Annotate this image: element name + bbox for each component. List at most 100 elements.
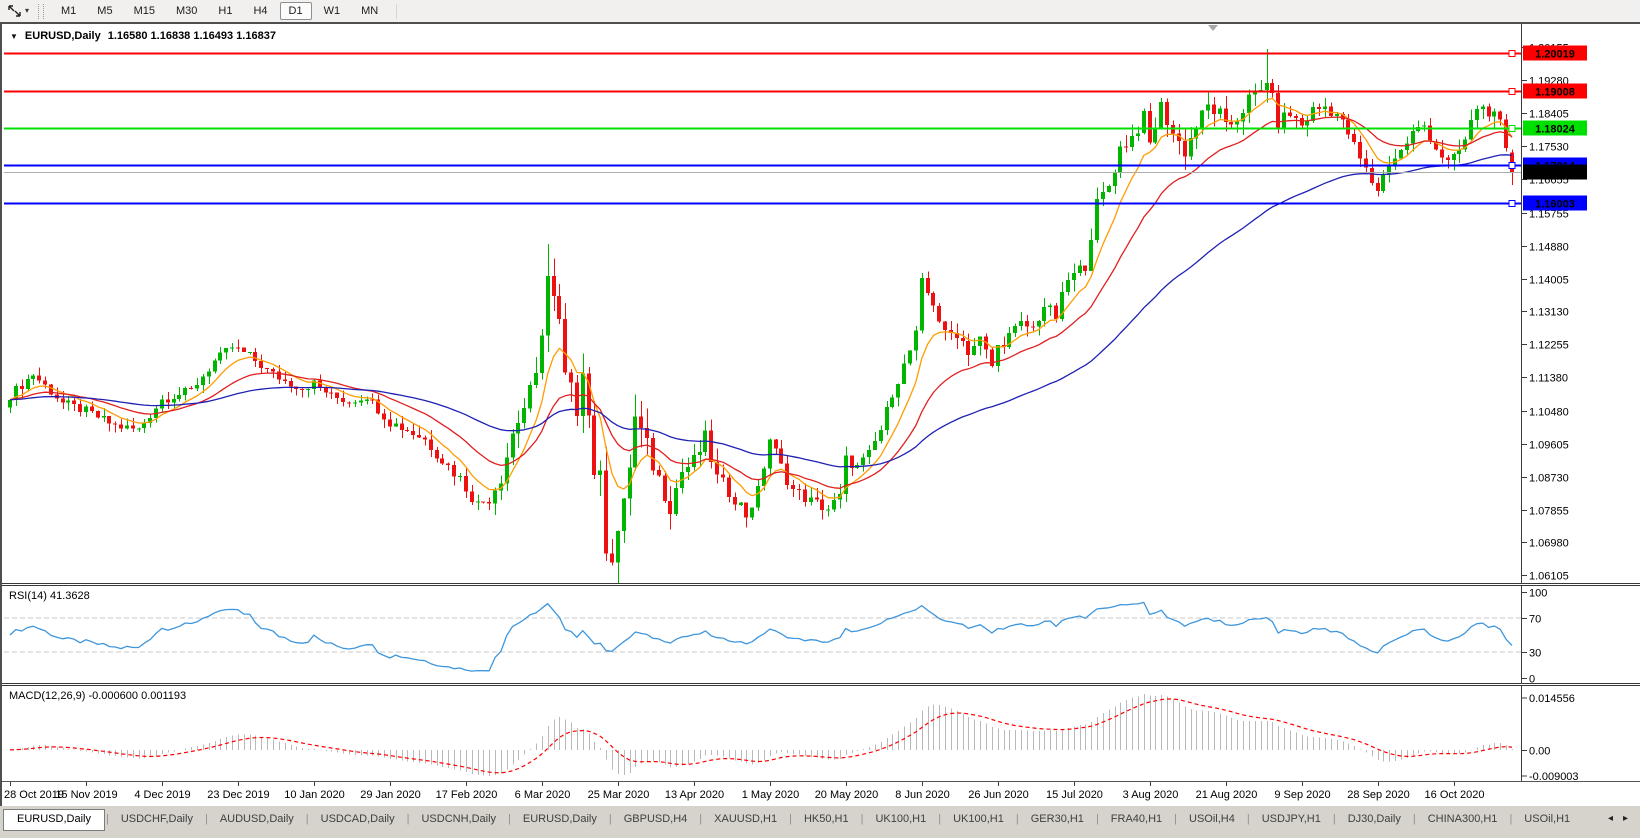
macd-indicator-chart[interactable]: 0.0145560.00-0.009003 <box>2 686 1640 781</box>
cursor-tool-button[interactable]: ▾ <box>4 3 32 19</box>
price-axis-tick: 1.12255 <box>1529 340 1569 352</box>
timeframe-button-h1[interactable]: H1 <box>209 2 241 20</box>
timeframe-button-m30[interactable]: M30 <box>167 2 206 20</box>
chart-tab-usoil-h4[interactable]: USOil,H4 <box>1178 810 1246 829</box>
date-axis-label: 17 Feb 2020 <box>436 789 498 801</box>
price-axis-tick: 1.07855 <box>1529 506 1569 518</box>
timeframe-buttons: M1M5M15M30H1H4D1W1MN <box>52 2 390 20</box>
cursor-arrows-icon <box>7 4 23 18</box>
price-axis-tick: 1.13130 <box>1529 307 1569 319</box>
date-axis-label: 1 May 2020 <box>742 789 799 801</box>
chart-tab-usdjpy-h1[interactable]: USDJPY,H1 <box>1251 810 1332 829</box>
chart-symbol-period: EURUSD,Daily <box>25 30 101 42</box>
date-axis-label: 16 Oct 2020 <box>1425 789 1485 801</box>
chart-tab-fra40-h1[interactable]: FRA40,H1 <box>1100 810 1173 829</box>
timeframe-button-m1[interactable]: M1 <box>52 2 85 20</box>
date-axis-label: 6 Mar 2020 <box>515 789 571 801</box>
timeframe-button-m5[interactable]: M5 <box>88 2 121 20</box>
rsi-panel: 100 70 30 0 RSI(14) 41.3628 <box>2 586 1640 683</box>
price-badge: 1.20019 <box>1535 49 1575 61</box>
chart-tab-usdcnh-daily[interactable]: USDCNH,Daily <box>410 810 507 829</box>
chart-tab-uk100-h1[interactable]: UK100,H1 <box>942 810 1015 829</box>
chart-tab-uk100-h1[interactable]: UK100,H1 <box>864 810 937 829</box>
date-axis-label: 26 Jun 2020 <box>968 789 1029 801</box>
price-axis-tick: 1.14005 <box>1529 275 1569 287</box>
chart-tab-ger30-h1[interactable]: GER30,H1 <box>1020 810 1095 829</box>
price-badge: 1.18024 <box>1535 124 1576 136</box>
date-axis-labels[interactable]: 28 Oct 201915 Nov 20194 Dec 201923 Dec 2… <box>2 782 1640 806</box>
chevron-down-icon: ▾ <box>25 7 29 15</box>
price-axis-tick: 1.17530 <box>1529 142 1569 154</box>
timeframe-button-m15[interactable]: M15 <box>125 2 164 20</box>
rsi-axis-tick: 0 <box>1529 674 1535 684</box>
tabs-scroll-left-icon[interactable]: ◂ <box>1608 813 1613 824</box>
price-axis-tick: 1.18405 <box>1529 109 1569 121</box>
date-axis-label: 4 Dec 2019 <box>134 789 190 801</box>
chart-tab-china300-h1[interactable]: CHINA300,H1 <box>1417 810 1509 829</box>
date-axis-label: 8 Jun 2020 <box>895 789 949 801</box>
date-axis-label: 15 Nov 2019 <box>55 789 117 801</box>
chart-tab-usdcad-daily[interactable]: USDCAD,Daily <box>310 810 406 829</box>
timeframe-button-h4[interactable]: H4 <box>244 2 276 20</box>
macd-panel: 0.0145560.00-0.009003 MACD(12,26,9) -0.0… <box>2 686 1640 781</box>
price-axis-tick: 1.10480 <box>1529 407 1569 419</box>
macd-signal-line <box>10 699 1512 773</box>
toolbar-grip[interactable] <box>38 4 44 19</box>
rsi-label: RSI(14) 41.3628 <box>9 590 90 602</box>
price-axis-tick: 1.11380 <box>1529 373 1568 385</box>
date-axis-label: 28 Sep 2020 <box>1347 789 1409 801</box>
main-price-chart[interactable]: 1.201551.192801.184051.175301.166551.157… <box>2 24 1640 583</box>
price-axis-tick: 1.06105 <box>1529 571 1569 583</box>
rsi-axis-tick: 30 <box>1529 648 1541 660</box>
price-badge: 1.19008 <box>1535 87 1575 99</box>
chart-tab-dj30-daily[interactable]: DJ30,Daily <box>1337 810 1412 829</box>
price-badge: 1.16003 <box>1535 199 1575 211</box>
chart-tab-gbpusd-h4[interactable]: GBPUSD,H4 <box>613 810 699 829</box>
date-axis-label: 15 Jul 2020 <box>1046 789 1103 801</box>
date-axis-label: 10 Jan 2020 <box>284 789 345 801</box>
fast-ma <box>10 98 1512 498</box>
macd-axis-tick: 0.00 <box>1529 746 1550 758</box>
chart-tab-eurusd-daily[interactable]: EURUSD,Daily <box>3 809 105 831</box>
price-axis-tick: 1.08730 <box>1529 473 1569 485</box>
chart-title: ▼ EURUSD,Daily 1.16580 1.16838 1.16493 1… <box>10 30 276 42</box>
chart-tab-usdchf-daily[interactable]: USDCHF,Daily <box>110 810 204 829</box>
chart-tab-eurusd-daily[interactable]: EURUSD,Daily <box>512 810 608 829</box>
macd-axis-tick: -0.009003 <box>1529 771 1579 781</box>
timeframe-button-d1[interactable]: D1 <box>280 2 312 20</box>
chart-tab-usoil-h1[interactable]: USOil,H1 <box>1513 810 1581 829</box>
main-chart-panel: 1.201551.192801.184051.175301.166551.157… <box>2 24 1640 583</box>
current-price-badge: 1.16837 <box>1535 168 1575 180</box>
price-axis-tick: 1.14880 <box>1529 242 1569 254</box>
date-axis-label: 25 Mar 2020 <box>588 789 650 801</box>
chart-shift-marker[interactable] <box>1208 25 1218 31</box>
timeframe-toolbar: ▾ M1M5M15M30H1H4D1W1MN <box>0 0 1640 22</box>
tabs-scroll-right-icon[interactable]: ▸ <box>1623 813 1628 824</box>
date-axis-label: 9 Sep 2020 <box>1274 789 1330 801</box>
date-axis[interactable]: 28 Oct 201915 Nov 20194 Dec 201923 Dec 2… <box>2 782 1640 806</box>
toolbar-separator <box>396 4 397 19</box>
chart-tab-audusd-daily[interactable]: AUDUSD,Daily <box>209 810 305 829</box>
chart-ohlc-values: 1.16580 1.16838 1.16493 1.16837 <box>108 30 276 42</box>
slow-ma <box>10 155 1512 467</box>
date-axis-label: 20 May 2020 <box>815 789 879 801</box>
price-axis-tick: 1.06980 <box>1529 538 1569 550</box>
timeframe-button-w1[interactable]: W1 <box>315 2 350 20</box>
chart-tabs-bar: EURUSD,Daily|USDCHF,Daily|AUDUSD,Daily|U… <box>0 806 1640 838</box>
rsi-line <box>10 602 1512 671</box>
title-dropdown-icon: ▼ <box>10 32 18 41</box>
chart-tab-hk50-h1[interactable]: HK50,H1 <box>793 810 860 829</box>
rsi-axis-tick: 100 <box>1529 588 1547 600</box>
price-axis-tick: 1.09605 <box>1529 440 1569 452</box>
macd-label: MACD(12,26,9) -0.000600 0.001193 <box>9 690 186 702</box>
chart-window: 1.201551.192801.184051.175301.166551.157… <box>0 22 1640 806</box>
date-axis-label: 3 Aug 2020 <box>1123 789 1179 801</box>
date-axis-label: 29 Jan 2020 <box>360 789 421 801</box>
date-axis-label: 23 Dec 2019 <box>207 789 269 801</box>
date-axis-label: 13 Apr 2020 <box>665 789 724 801</box>
rsi-axis-tick: 70 <box>1529 614 1541 626</box>
timeframe-button-mn[interactable]: MN <box>352 2 387 20</box>
tabs-scroll-buttons: ◂▸ <box>1600 810 1636 827</box>
rsi-indicator-chart[interactable]: 100 70 30 0 <box>2 586 1640 683</box>
chart-tab-xauusd-h1[interactable]: XAUUSD,H1 <box>703 810 788 829</box>
